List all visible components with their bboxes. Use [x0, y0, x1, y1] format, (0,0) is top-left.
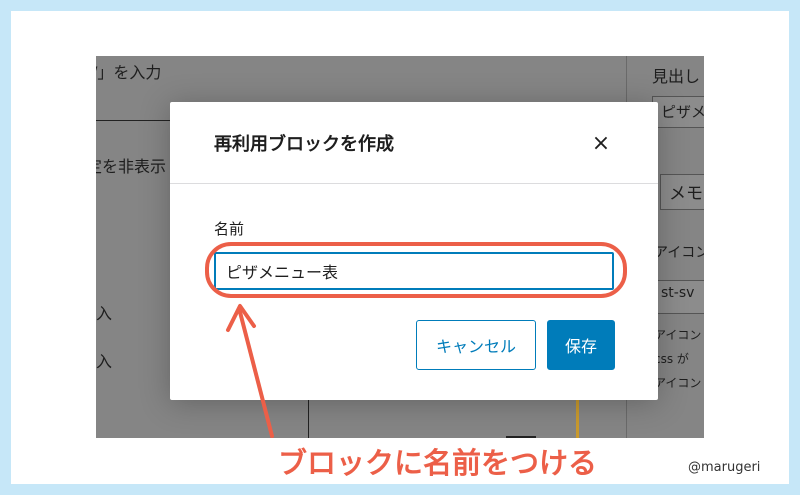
- sidebar-heading: 見出し: [652, 67, 701, 86]
- bg-column-line: [308, 400, 309, 438]
- bg-row-1: 入: [96, 304, 113, 323]
- author-credit: @marugeri: [688, 460, 761, 475]
- bg-prompt-text: /」を入力: [96, 63, 162, 82]
- bg-divider: [96, 120, 172, 121]
- name-label: 名前: [214, 220, 245, 238]
- sidebar-icon-label: アイコン: [654, 245, 704, 261]
- dialog-header: 再利用ブロックを作成 ×: [170, 102, 658, 184]
- input-highlight-ring: [205, 242, 627, 298]
- sidebar-memo-button[interactable]: メモ: [660, 174, 704, 210]
- bg-accent-bar: [576, 400, 579, 438]
- save-button[interactable]: 保存: [547, 320, 615, 370]
- sidebar-note-3: アイコン: [654, 376, 702, 390]
- bg-bottom-line: [506, 436, 536, 438]
- sidebar-icon-input[interactable]: st-sv: [652, 280, 704, 314]
- sidebar-note-2: css が: [654, 352, 689, 366]
- sidebar-note-1: アイコン: [654, 328, 702, 342]
- cancel-button[interactable]: キャンセル: [416, 320, 536, 370]
- bg-row-2: 入: [96, 352, 113, 371]
- sidebar-heading-input[interactable]: ピザメ: [652, 96, 704, 128]
- close-icon[interactable]: ×: [586, 128, 616, 158]
- annotation-caption: ブロックに名前をつける: [278, 446, 598, 480]
- bg-hidden-text: 定を非表示: [96, 157, 167, 176]
- dialog-title: 再利用ブロックを作成: [214, 134, 394, 155]
